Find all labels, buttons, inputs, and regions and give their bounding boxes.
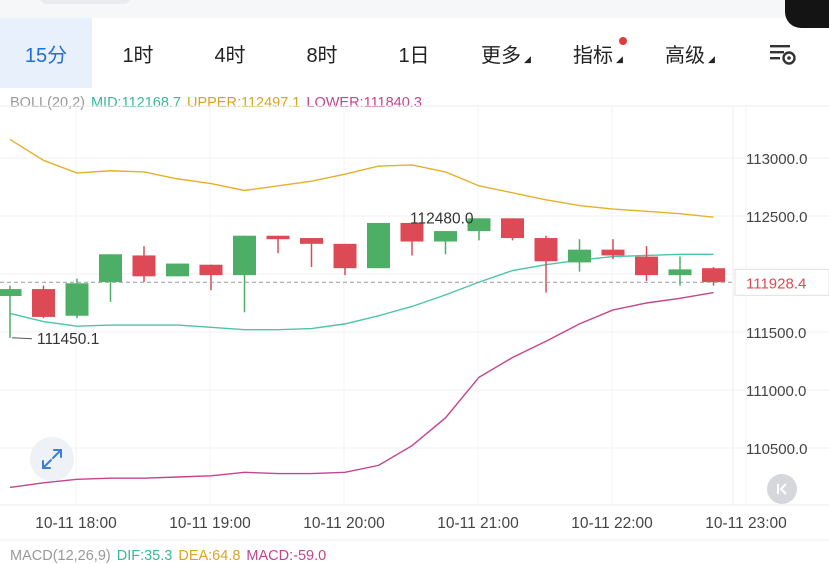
y-tick-label: 110500.0: [746, 441, 807, 458]
macd-legend: MACD(12,26,9) DIF:35.3 DEA:64.8 MACD:-59.0: [10, 548, 332, 564]
boll-upper-line: [9, 138, 714, 218]
candle-up[interactable]: [568, 249, 591, 263]
candle-down[interactable]: [601, 249, 625, 256]
x-tick-label: 10-11 19:00: [169, 515, 251, 532]
candle-down[interactable]: [635, 256, 658, 276]
candle-down[interactable]: [534, 238, 558, 262]
y-tick-label: 111000.0: [746, 383, 806, 400]
candle-down[interactable]: [266, 235, 290, 240]
y-tick-label: 112500.0: [746, 209, 807, 226]
macd-name: MACD(12,26,9): [10, 548, 111, 564]
candle-down[interactable]: [333, 243, 357, 269]
candlestick-chart[interactable]: 113000.0112500.0112000.0111500.0111000.0…: [0, 0, 829, 561]
jump-to-end-icon: [777, 483, 787, 495]
macd-dif: DIF:35.3: [116, 548, 173, 564]
candle-up[interactable]: [65, 283, 89, 316]
x-tick-label: 10-11 21:00: [437, 515, 519, 532]
candle-down[interactable]: [702, 268, 725, 283]
candle-down[interactable]: [300, 238, 323, 244]
candle-down[interactable]: [32, 289, 55, 317]
candle-down[interactable]: [501, 218, 524, 239]
high-price-label: 112480.0: [410, 210, 474, 227]
macd-dea: DEA:64.8: [178, 548, 241, 564]
candle-down[interactable]: [132, 255, 156, 277]
x-tick-label: 10-11 23:00: [705, 515, 787, 532]
candle-up[interactable]: [367, 222, 390, 269]
x-tick-label: 10-11 18:00: [35, 515, 117, 532]
candle-up[interactable]: [0, 289, 22, 297]
scroll-to-latest-button[interactable]: [767, 474, 797, 504]
y-tick-label: 113000.0: [746, 151, 807, 168]
x-tick-label: 10-11 20:00: [303, 515, 385, 532]
expand-icon: [42, 449, 62, 469]
macd-value: MACD:-59.0: [246, 548, 327, 564]
candle-up[interactable]: [166, 263, 189, 277]
candle-up[interactable]: [233, 235, 256, 276]
candle-up[interactable]: [668, 269, 692, 276]
low-pointer-line: [11, 337, 33, 340]
current-price-label: 111928.4: [746, 275, 806, 292]
candle-down[interactable]: [199, 264, 223, 276]
candle-up[interactable]: [99, 254, 122, 283]
candle-up[interactable]: [434, 231, 457, 242]
expand-chart-button[interactable]: [30, 437, 74, 481]
x-tick-label: 10-11 22:00: [571, 515, 653, 532]
low-price-label: 111450.1: [37, 331, 99, 348]
y-tick-label: 111500.0: [746, 325, 806, 342]
